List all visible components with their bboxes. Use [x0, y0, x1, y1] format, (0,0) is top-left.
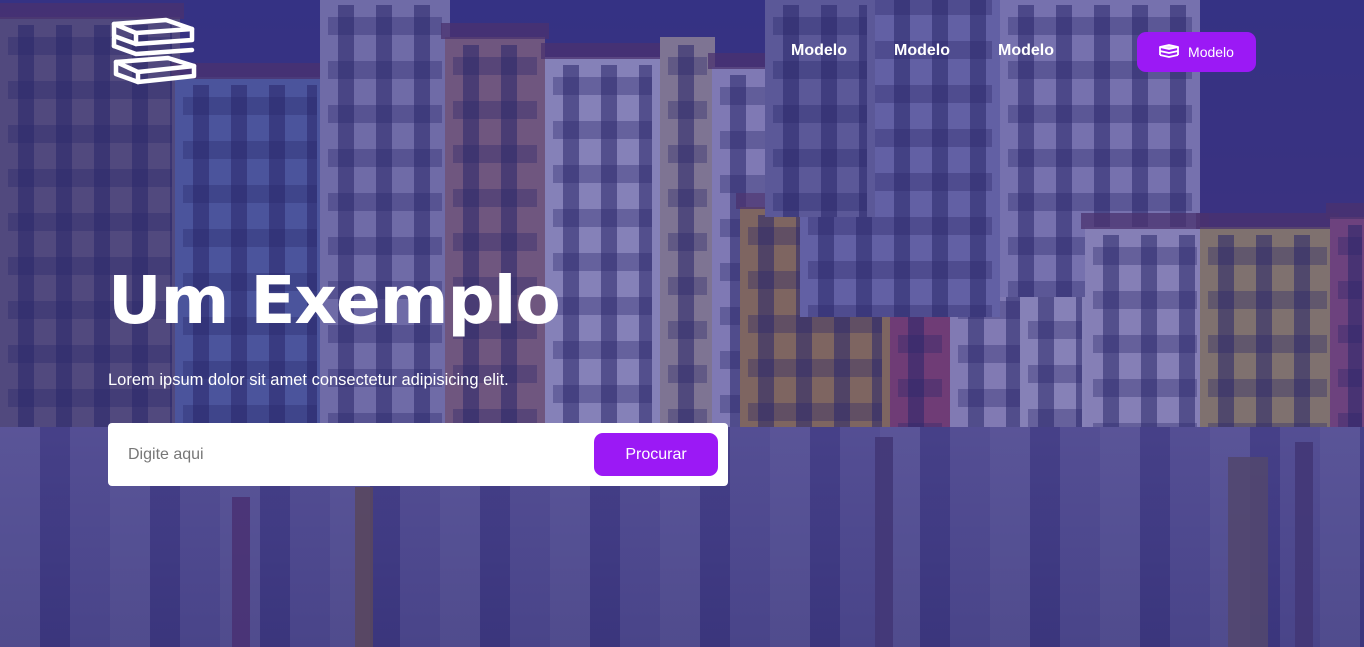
nav-link-2[interactable]: Modelo	[894, 42, 950, 60]
header-cta-label: Modelo	[1188, 44, 1234, 60]
hero-title: Um Exemplo	[108, 262, 561, 339]
books-icon	[1159, 44, 1179, 60]
hero-section: Modelo Modelo Modelo Modelo Um Exemplo L…	[0, 0, 1364, 647]
site-header: Modelo Modelo Modelo Modelo	[0, 0, 1364, 100]
header-cta-button[interactable]: Modelo	[1137, 32, 1256, 72]
nav-link-3[interactable]: Modelo	[998, 42, 1054, 60]
nav-link-1[interactable]: Modelo	[791, 42, 847, 60]
stacked-books-icon[interactable]	[108, 16, 200, 88]
search-button[interactable]: Procurar	[594, 433, 718, 476]
hero-subtitle: Lorem ipsum dolor sit amet consectetur a…	[108, 371, 509, 389]
search-input[interactable]	[108, 423, 588, 486]
search-form: Procurar	[108, 423, 728, 486]
